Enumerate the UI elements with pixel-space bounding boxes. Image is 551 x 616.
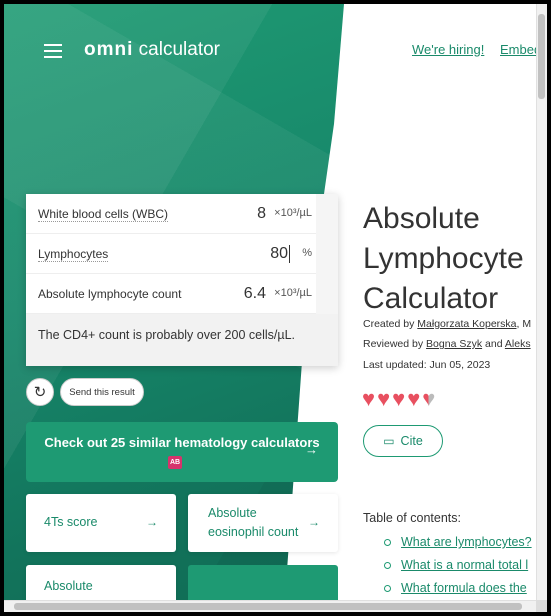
- logo-text: calculator: [138, 39, 220, 60]
- result-message: The CD4+ count is probably over 200 cell…: [26, 314, 338, 366]
- cite-button[interactable]: ▭ Cite: [363, 425, 443, 457]
- horizontal-scroll-thumb[interactable]: [14, 603, 522, 610]
- wbc-field[interactable]: White blood cells (WBC) 8 ×10³/µL: [26, 194, 316, 234]
- tile-absolute[interactable]: Absolute: [26, 565, 176, 605]
- arrow-right-icon: →: [305, 442, 318, 457]
- omni-logo[interactable]: omni calculator: [84, 39, 220, 61]
- heart-icon[interactable]: ♥: [362, 388, 375, 410]
- tile-green[interactable]: [188, 565, 338, 605]
- reviewer-link-2[interactable]: Aleks: [505, 338, 531, 350]
- author-link[interactable]: Małgorzata Koperska: [417, 318, 516, 330]
- arrow-right-icon: →: [308, 515, 320, 529]
- tile-4ts-score[interactable]: 4Ts score →: [26, 494, 176, 552]
- tile-label: Absolute: [44, 579, 93, 593]
- toc-item[interactable]: What formula does the: [384, 581, 527, 595]
- send-result-button[interactable]: Send this result: [60, 378, 144, 406]
- toc-item[interactable]: What is a normal total l: [384, 558, 528, 572]
- heart-icon[interactable]: ♥: [377, 388, 390, 410]
- lymphocytes-input[interactable]: 80: [270, 245, 290, 263]
- alc-output[interactable]: 6.4: [244, 285, 266, 303]
- heart-half-icon[interactable]: ♥: [422, 388, 435, 410]
- toc-item[interactable]: What are lymphocytes?: [384, 535, 532, 549]
- similar-calculators-button[interactable]: Check out 25 similar hematology calculat…: [26, 422, 338, 482]
- horizontal-scrollbar[interactable]: [4, 600, 536, 612]
- alc-label: Absolute lymphocyte count: [38, 287, 182, 301]
- logo-omni: omni: [84, 39, 134, 60]
- reviewed-by: Reviewed by Bogna Szyk and Aleks: [363, 338, 531, 350]
- vertical-scroll-thumb[interactable]: [538, 14, 545, 99]
- tile-label-line1: Absolute: [208, 506, 257, 520]
- bullet-icon: [384, 539, 391, 547]
- tile-absolute-eosinophil[interactable]: Absolute eosinophil count →: [188, 494, 338, 552]
- wbc-unit[interactable]: ×10³/µL: [274, 207, 312, 219]
- arrow-right-icon: →: [146, 515, 158, 529]
- similar-label: Check out 25 similar hematology calculat…: [44, 435, 320, 450]
- lymphocytes-field[interactable]: Lymphocytes 80 %: [26, 234, 316, 274]
- wbc-input[interactable]: 8: [257, 205, 266, 223]
- tile-label-line2: eosinophil count: [208, 525, 299, 539]
- lymphocytes-label: Lymphocytes: [38, 247, 109, 262]
- reviewer-link[interactable]: Bogna Szyk: [426, 338, 482, 350]
- rating-hearts[interactable]: ♥ ♥ ♥ ♥ ♥: [362, 388, 435, 410]
- wbc-label: White blood cells (WBC): [38, 207, 169, 222]
- alc-unit[interactable]: ×10³/µL: [274, 287, 312, 299]
- cite-label: Cite: [400, 434, 423, 448]
- reload-icon[interactable]: ↻: [26, 378, 54, 406]
- page-title: Absolute Lymphocyte Calculator: [363, 202, 524, 315]
- heart-icon[interactable]: ♥: [392, 388, 405, 410]
- heart-icon[interactable]: ♥: [407, 388, 420, 410]
- comment-icon: ▭: [383, 434, 395, 448]
- scrollbar-corner: [536, 600, 547, 612]
- calculator-widget: White blood cells (WBC) 8 ×10³/µL Lympho…: [26, 194, 338, 366]
- browser-viewport: omni calculator We're hiring! Embed Whit…: [4, 4, 547, 612]
- last-updated: Last updated: Jun 05, 2023: [363, 359, 491, 371]
- ab-badge: AB: [168, 456, 182, 469]
- bullet-icon: [384, 562, 391, 570]
- tile-label: 4Ts score: [44, 515, 98, 529]
- calculator-side-strip: [316, 194, 338, 314]
- alc-field[interactable]: Absolute lymphocyte count 6.4 ×10³/µL: [26, 274, 316, 314]
- bullet-icon: [384, 585, 391, 593]
- toc-heading: Table of contents:: [363, 511, 461, 525]
- vertical-scrollbar[interactable]: [536, 4, 547, 600]
- menu-icon[interactable]: [44, 44, 62, 58]
- hiring-link[interactable]: We're hiring!: [412, 42, 484, 57]
- created-by: Created by Małgorzata Koperska, M: [363, 318, 532, 330]
- lymphocytes-unit: %: [302, 247, 312, 259]
